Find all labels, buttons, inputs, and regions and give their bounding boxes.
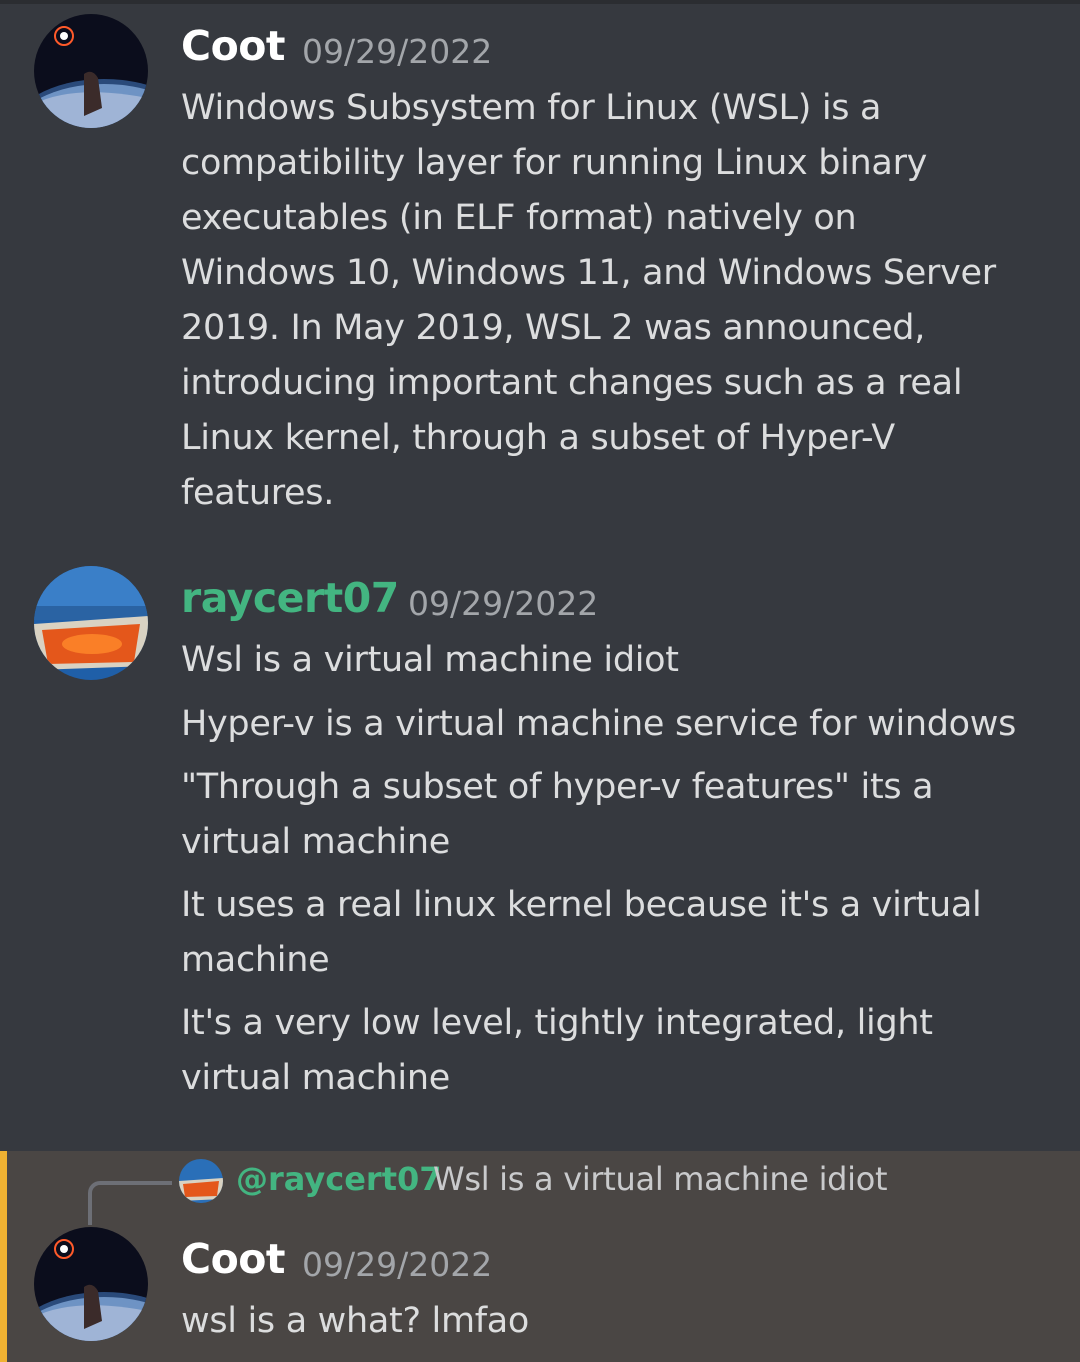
reply-snippet[interactable]: Wsl is a virtual machine idiot [433, 1160, 888, 1198]
avatar-image [179, 1159, 223, 1203]
timestamp: 09/29/2022 [302, 1245, 493, 1284]
avatar-coot[interactable] [34, 1227, 148, 1341]
reply-connector [88, 1181, 172, 1225]
reply-mention[interactable]: @raycert07 [236, 1160, 442, 1198]
message-line: Linux kernel, through a subset of Hyper-… [181, 418, 895, 458]
reply-avatar[interactable] [179, 1159, 223, 1203]
message-line: virtual machine [181, 822, 450, 862]
message-line: wsl is a what? lmfao [181, 1301, 530, 1341]
avatar-raycert07[interactable] [34, 566, 148, 680]
message-line: Wsl is a virtual machine idiot [181, 640, 679, 680]
avatar-image [34, 1227, 148, 1341]
message-line: introducing important changes such as a … [181, 363, 963, 403]
message-line: compatibility layer for running Linux bi… [181, 143, 928, 183]
message-line: virtual machine [181, 1058, 450, 1098]
message-line: It's a very low level, tightly integrate… [181, 1003, 933, 1043]
timestamp: 09/29/2022 [408, 584, 599, 623]
avatar-image [34, 566, 148, 680]
message-line: machine [181, 940, 330, 980]
message-line: It uses a real linux kernel because it's… [181, 885, 982, 925]
top-divider [0, 0, 1080, 4]
message-line: Hyper-v is a virtual machine service for… [181, 704, 1017, 744]
author-name[interactable]: Coot [181, 22, 286, 70]
message-line: executables (in ELF format) natively on [181, 198, 857, 238]
message-line: Windows Subsystem for Linux (WSL) is a [181, 88, 882, 128]
message-line: Windows 10, Windows 11, and Windows Serv… [181, 253, 996, 293]
message-line: features. [181, 473, 335, 513]
message-line: 2019. In May 2019, WSL 2 was announced, [181, 308, 926, 348]
mention-highlight-bar [0, 1151, 7, 1362]
author-name[interactable]: Coot [181, 1235, 286, 1283]
avatar-image [34, 14, 148, 128]
message-line: "Through a subset of hyper-v features" i… [181, 767, 934, 807]
author-name[interactable]: raycert07 [181, 574, 399, 622]
timestamp: 09/29/2022 [302, 32, 493, 71]
avatar-coot[interactable] [34, 14, 148, 128]
